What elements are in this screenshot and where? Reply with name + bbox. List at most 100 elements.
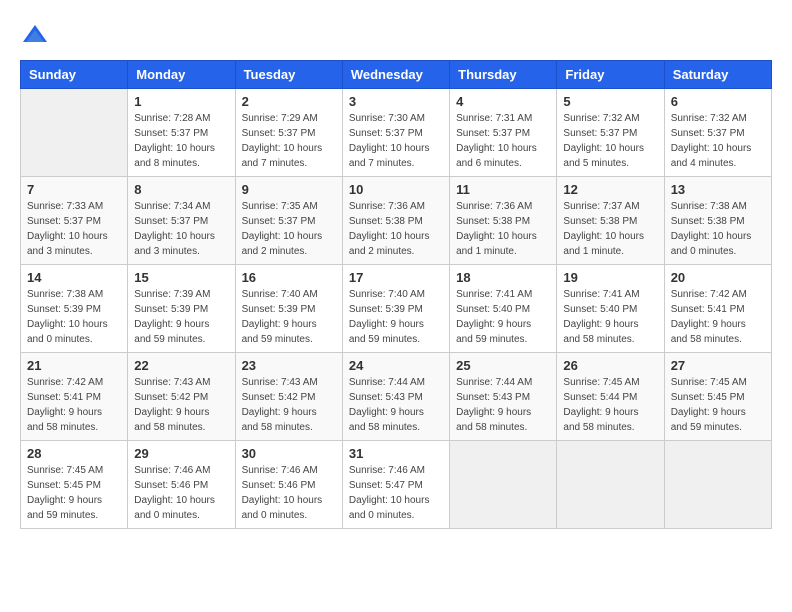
calendar-cell: 4 Sunrise: 7:31 AM Sunset: 5:37 PM Dayli… xyxy=(450,89,557,177)
sunset-text: Sunset: 5:37 PM xyxy=(349,128,423,139)
day-info: Sunrise: 7:28 AM Sunset: 5:37 PM Dayligh… xyxy=(134,111,228,171)
calendar-cell: 3 Sunrise: 7:30 AM Sunset: 5:37 PM Dayli… xyxy=(342,89,449,177)
day-info: Sunrise: 7:38 AM Sunset: 5:39 PM Dayligh… xyxy=(27,287,121,347)
sunrise-text: Sunrise: 7:38 AM xyxy=(671,201,747,212)
sunrise-text: Sunrise: 7:40 AM xyxy=(242,289,318,300)
day-number: 31 xyxy=(349,446,443,461)
calendar-cell: 24 Sunrise: 7:44 AM Sunset: 5:43 PM Dayl… xyxy=(342,353,449,441)
sunset-text: Sunset: 5:38 PM xyxy=(563,216,637,227)
daylight-text: Daylight: 10 hours and 3 minutes. xyxy=(134,231,215,257)
weekday-header: Sunday xyxy=(21,61,128,89)
calendar-cell: 27 Sunrise: 7:45 AM Sunset: 5:45 PM Dayl… xyxy=(664,353,771,441)
sunrise-text: Sunrise: 7:36 AM xyxy=(456,201,532,212)
weekday-header: Tuesday xyxy=(235,61,342,89)
day-number: 22 xyxy=(134,358,228,373)
day-info: Sunrise: 7:35 AM Sunset: 5:37 PM Dayligh… xyxy=(242,199,336,259)
calendar-cell: 26 Sunrise: 7:45 AM Sunset: 5:44 PM Dayl… xyxy=(557,353,664,441)
calendar-cell: 28 Sunrise: 7:45 AM Sunset: 5:45 PM Dayl… xyxy=(21,441,128,529)
day-info: Sunrise: 7:31 AM Sunset: 5:37 PM Dayligh… xyxy=(456,111,550,171)
sunset-text: Sunset: 5:39 PM xyxy=(242,304,316,315)
day-info: Sunrise: 7:40 AM Sunset: 5:39 PM Dayligh… xyxy=(242,287,336,347)
calendar-cell: 16 Sunrise: 7:40 AM Sunset: 5:39 PM Dayl… xyxy=(235,265,342,353)
sunrise-text: Sunrise: 7:29 AM xyxy=(242,113,318,124)
calendar-cell: 12 Sunrise: 7:37 AM Sunset: 5:38 PM Dayl… xyxy=(557,177,664,265)
daylight-text: Daylight: 9 hours and 58 minutes. xyxy=(242,407,317,433)
sunset-text: Sunset: 5:38 PM xyxy=(456,216,530,227)
sunrise-text: Sunrise: 7:39 AM xyxy=(134,289,210,300)
day-info: Sunrise: 7:30 AM Sunset: 5:37 PM Dayligh… xyxy=(349,111,443,171)
day-number: 16 xyxy=(242,270,336,285)
weekday-header: Friday xyxy=(557,61,664,89)
sunset-text: Sunset: 5:45 PM xyxy=(27,480,101,491)
day-info: Sunrise: 7:38 AM Sunset: 5:38 PM Dayligh… xyxy=(671,199,765,259)
sunset-text: Sunset: 5:42 PM xyxy=(242,392,316,403)
calendar-cell: 15 Sunrise: 7:39 AM Sunset: 5:39 PM Dayl… xyxy=(128,265,235,353)
calendar-cell: 17 Sunrise: 7:40 AM Sunset: 5:39 PM Dayl… xyxy=(342,265,449,353)
calendar-cell: 18 Sunrise: 7:41 AM Sunset: 5:40 PM Dayl… xyxy=(450,265,557,353)
day-number: 30 xyxy=(242,446,336,461)
sunrise-text: Sunrise: 7:46 AM xyxy=(134,465,210,476)
day-info: Sunrise: 7:39 AM Sunset: 5:39 PM Dayligh… xyxy=(134,287,228,347)
day-info: Sunrise: 7:45 AM Sunset: 5:45 PM Dayligh… xyxy=(671,375,765,435)
sunset-text: Sunset: 5:42 PM xyxy=(134,392,208,403)
daylight-text: Daylight: 10 hours and 7 minutes. xyxy=(242,143,323,169)
sunset-text: Sunset: 5:37 PM xyxy=(134,216,208,227)
daylight-text: Daylight: 10 hours and 7 minutes. xyxy=(349,143,430,169)
day-info: Sunrise: 7:33 AM Sunset: 5:37 PM Dayligh… xyxy=(27,199,121,259)
sunrise-text: Sunrise: 7:32 AM xyxy=(671,113,747,124)
daylight-text: Daylight: 9 hours and 58 minutes. xyxy=(563,407,638,433)
day-info: Sunrise: 7:45 AM Sunset: 5:44 PM Dayligh… xyxy=(563,375,657,435)
sunrise-text: Sunrise: 7:46 AM xyxy=(242,465,318,476)
day-info: Sunrise: 7:42 AM Sunset: 5:41 PM Dayligh… xyxy=(27,375,121,435)
sunset-text: Sunset: 5:37 PM xyxy=(242,216,316,227)
daylight-text: Daylight: 10 hours and 2 minutes. xyxy=(242,231,323,257)
sunrise-text: Sunrise: 7:44 AM xyxy=(349,377,425,388)
calendar-cell xyxy=(450,441,557,529)
daylight-text: Daylight: 9 hours and 59 minutes. xyxy=(349,319,424,345)
sunrise-text: Sunrise: 7:33 AM xyxy=(27,201,103,212)
day-info: Sunrise: 7:37 AM Sunset: 5:38 PM Dayligh… xyxy=(563,199,657,259)
calendar-cell: 14 Sunrise: 7:38 AM Sunset: 5:39 PM Dayl… xyxy=(21,265,128,353)
sunrise-text: Sunrise: 7:35 AM xyxy=(242,201,318,212)
calendar-cell: 20 Sunrise: 7:42 AM Sunset: 5:41 PM Dayl… xyxy=(664,265,771,353)
daylight-text: Daylight: 9 hours and 58 minutes. xyxy=(134,407,209,433)
daylight-text: Daylight: 10 hours and 1 minute. xyxy=(563,231,644,257)
logo xyxy=(20,20,54,50)
daylight-text: Daylight: 9 hours and 58 minutes. xyxy=(456,407,531,433)
sunset-text: Sunset: 5:40 PM xyxy=(456,304,530,315)
calendar-week-row: 14 Sunrise: 7:38 AM Sunset: 5:39 PM Dayl… xyxy=(21,265,772,353)
sunrise-text: Sunrise: 7:38 AM xyxy=(27,289,103,300)
daylight-text: Daylight: 9 hours and 59 minutes. xyxy=(242,319,317,345)
sunset-text: Sunset: 5:37 PM xyxy=(134,128,208,139)
weekday-header: Wednesday xyxy=(342,61,449,89)
day-info: Sunrise: 7:44 AM Sunset: 5:43 PM Dayligh… xyxy=(349,375,443,435)
daylight-text: Daylight: 10 hours and 0 minutes. xyxy=(671,231,752,257)
sunset-text: Sunset: 5:43 PM xyxy=(349,392,423,403)
day-number: 17 xyxy=(349,270,443,285)
day-info: Sunrise: 7:42 AM Sunset: 5:41 PM Dayligh… xyxy=(671,287,765,347)
day-info: Sunrise: 7:41 AM Sunset: 5:40 PM Dayligh… xyxy=(456,287,550,347)
calendar-cell: 13 Sunrise: 7:38 AM Sunset: 5:38 PM Dayl… xyxy=(664,177,771,265)
calendar-cell: 8 Sunrise: 7:34 AM Sunset: 5:37 PM Dayli… xyxy=(128,177,235,265)
day-number: 18 xyxy=(456,270,550,285)
weekday-header: Saturday xyxy=(664,61,771,89)
day-number: 21 xyxy=(27,358,121,373)
day-number: 5 xyxy=(563,94,657,109)
sunrise-text: Sunrise: 7:43 AM xyxy=(134,377,210,388)
page-header xyxy=(20,20,772,50)
day-number: 2 xyxy=(242,94,336,109)
daylight-text: Daylight: 10 hours and 0 minutes. xyxy=(349,495,430,521)
day-number: 27 xyxy=(671,358,765,373)
sunset-text: Sunset: 5:38 PM xyxy=(349,216,423,227)
day-number: 6 xyxy=(671,94,765,109)
daylight-text: Daylight: 9 hours and 59 minutes. xyxy=(456,319,531,345)
day-info: Sunrise: 7:45 AM Sunset: 5:45 PM Dayligh… xyxy=(27,463,121,523)
calendar-week-row: 21 Sunrise: 7:42 AM Sunset: 5:41 PM Dayl… xyxy=(21,353,772,441)
calendar-cell: 31 Sunrise: 7:46 AM Sunset: 5:47 PM Dayl… xyxy=(342,441,449,529)
day-info: Sunrise: 7:36 AM Sunset: 5:38 PM Dayligh… xyxy=(349,199,443,259)
sunrise-text: Sunrise: 7:28 AM xyxy=(134,113,210,124)
sunset-text: Sunset: 5:47 PM xyxy=(349,480,423,491)
daylight-text: Daylight: 9 hours and 58 minutes. xyxy=(563,319,638,345)
sunrise-text: Sunrise: 7:46 AM xyxy=(349,465,425,476)
calendar-cell: 11 Sunrise: 7:36 AM Sunset: 5:38 PM Dayl… xyxy=(450,177,557,265)
